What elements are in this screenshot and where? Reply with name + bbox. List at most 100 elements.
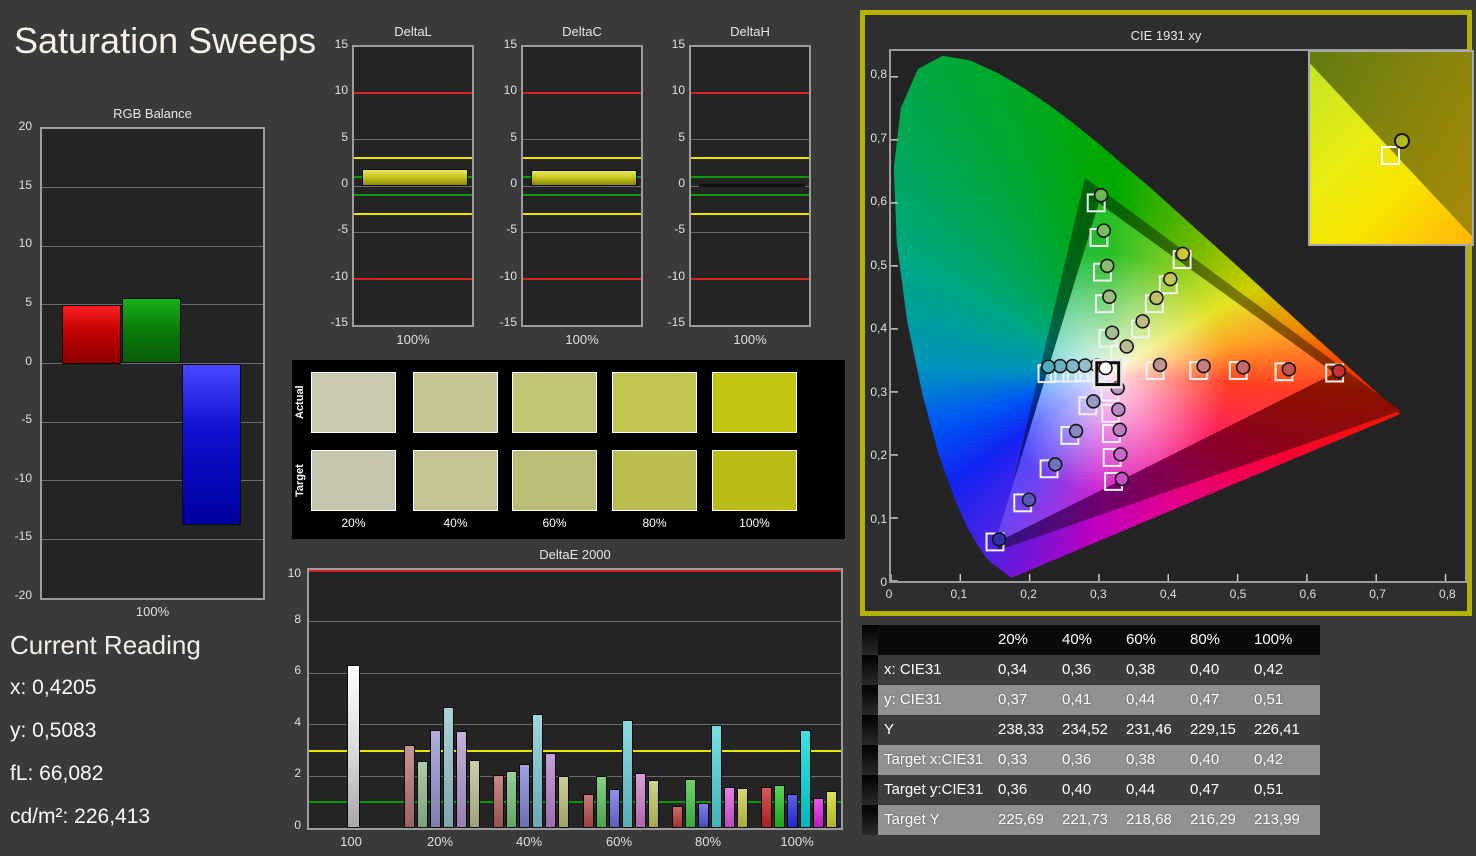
axis-tick-label: 8 bbox=[294, 611, 301, 626]
table-row-label: x: CIE31 bbox=[884, 661, 942, 678]
reference-line bbox=[691, 92, 809, 95]
deltac-x-label: 100% bbox=[565, 332, 599, 347]
cie-x-tick-label: 0,1 bbox=[950, 587, 968, 601]
rgb-balance-title: RGB Balance bbox=[113, 106, 192, 121]
axis-tick-label: 10 bbox=[334, 83, 348, 98]
axis-tick-label: -15 bbox=[330, 315, 348, 329]
reference-line bbox=[523, 277, 641, 280]
axis-tick-label: 5 bbox=[25, 294, 32, 309]
axis-tick-label: -5 bbox=[21, 412, 32, 427]
cie-actual-marker bbox=[1093, 188, 1109, 203]
table-value-cell: 0,47 bbox=[1190, 781, 1220, 798]
axis-tick-label: -20 bbox=[14, 588, 32, 602]
table-value-cell: 0,37 bbox=[998, 691, 1028, 708]
deltae-bar bbox=[456, 731, 467, 828]
gridline bbox=[42, 538, 263, 540]
deltal-chart[interactable] bbox=[352, 45, 474, 327]
axis-tick-label: 0 bbox=[294, 818, 301, 832]
reference-line bbox=[354, 194, 472, 197]
cie-actual-marker bbox=[1021, 492, 1037, 507]
reference-line bbox=[354, 157, 472, 160]
deltah-y-axis: -15 -10 -5 0 5 10 15 bbox=[657, 37, 687, 329]
table-row-label: Target Y bbox=[884, 811, 940, 828]
cie-x-axis: 0 0,1 0,2 0,3 0,4 0,5 0,6 0,7 0,8 bbox=[886, 587, 1467, 603]
deltae-bar bbox=[519, 763, 530, 828]
deltae-group-label: 100 bbox=[340, 834, 362, 849]
cie-x-tick-label: 0,8 bbox=[1439, 587, 1456, 601]
current-reading-fl: fL: 66,082 bbox=[10, 762, 104, 785]
deltae-group-label: 20% bbox=[426, 834, 454, 849]
deltal-title: DeltaL bbox=[394, 24, 432, 39]
delta-bar bbox=[531, 170, 637, 186]
gridline bbox=[354, 139, 472, 141]
table-value-cell: 0,36 bbox=[1062, 751, 1092, 768]
current-reading-cdm2: cd/m²: 226,413 bbox=[10, 805, 151, 828]
table-value-cell: 231,46 bbox=[1126, 721, 1172, 738]
cie-actual-marker bbox=[1331, 363, 1347, 379]
cie-x-tick-label: 0,4 bbox=[1159, 587, 1177, 601]
deltae-bar bbox=[737, 788, 748, 828]
table-value-cell: 0,42 bbox=[1254, 661, 1284, 678]
axis-tick-label: 15 bbox=[503, 37, 517, 51]
deltae-bar bbox=[787, 794, 798, 828]
reference-line bbox=[309, 749, 841, 752]
table-row: Target y:CIE31 0,36 0,40 0,44 0,47 0,51 bbox=[862, 775, 1320, 805]
swatch-target-60% bbox=[512, 450, 597, 511]
swatch-actual-100% bbox=[712, 372, 797, 433]
deltah-x-label: 100% bbox=[733, 332, 767, 347]
rgb-balance-chart[interactable] bbox=[40, 127, 265, 600]
cie-1931-panel[interactable]: CIE 1931 xy 0 0,1 0,2 0,3 0,4 0,5 0,6 0,7 0,8 0 0… bbox=[860, 10, 1474, 616]
cie-actual-marker bbox=[1065, 358, 1080, 374]
deltae-x-axis: 100 20% 40% 60% 80% 100% bbox=[307, 834, 843, 850]
rgb-bar-green bbox=[122, 297, 181, 364]
deltae-bar bbox=[724, 786, 735, 828]
table-header-cell: 80% bbox=[1190, 631, 1221, 648]
cie-actual-marker bbox=[1175, 246, 1191, 262]
deltae-bar bbox=[698, 803, 709, 828]
table-row: y: CIE31 0,37 0,41 0,44 0,47 0,51 bbox=[862, 685, 1320, 715]
cie-actual-marker bbox=[1100, 258, 1115, 274]
table-value-cell: 218,68 bbox=[1126, 811, 1172, 828]
deltac-title: DeltaC bbox=[562, 24, 602, 39]
cie-actual-marker bbox=[1098, 360, 1113, 376]
table-value-cell: 0,44 bbox=[1126, 691, 1156, 708]
swatch-actual-20% bbox=[311, 372, 396, 433]
axis-tick-label: 5 bbox=[510, 129, 517, 144]
swatch-target-40% bbox=[413, 450, 498, 511]
deltac-chart[interactable] bbox=[521, 45, 643, 327]
swatch-comparison-panel[interactable]: Actual Target 20% 40% 60% 80% 100% bbox=[292, 360, 845, 539]
deltae-y-axis: 0 2 4 6 8 10 bbox=[275, 566, 303, 832]
deltae-group-label: 60% bbox=[605, 834, 633, 849]
table-value-cell: 216,29 bbox=[1190, 811, 1236, 828]
deltae-title: DeltaE 2000 bbox=[539, 547, 611, 562]
deltae-bar bbox=[443, 706, 454, 828]
measurement-table[interactable]: 20% 40% 60% 80% 100% x: CIE31 0,34 0,36 0,38 0,40… bbox=[862, 625, 1320, 835]
swatch-row-label: Actual bbox=[294, 385, 306, 420]
table-gutter-cell bbox=[862, 685, 878, 715]
reference-line bbox=[523, 212, 641, 215]
reference-line bbox=[523, 92, 641, 95]
rgb-balance-x-label: 100% bbox=[135, 604, 170, 619]
cie-actual-marker bbox=[1068, 423, 1084, 439]
deltal-x-label: 100% bbox=[396, 332, 430, 347]
reference-line bbox=[691, 175, 809, 178]
swatch-target-20% bbox=[311, 450, 396, 511]
swatch-col-label: 100% bbox=[739, 516, 770, 530]
deltae-chart[interactable] bbox=[307, 568, 843, 830]
deltae-bar bbox=[800, 729, 811, 828]
deltah-chart[interactable] bbox=[689, 45, 811, 327]
table-value-cell: 0,40 bbox=[1190, 661, 1220, 678]
table-value-cell: 0,36 bbox=[998, 781, 1028, 798]
table-row: Target x:CIE31 0,33 0,36 0,38 0,40 0,42 bbox=[862, 745, 1320, 775]
cie-actual-marker bbox=[991, 532, 1007, 547]
table-value-cell: 234,52 bbox=[1062, 721, 1108, 738]
axis-tick-label: -15 bbox=[667, 315, 685, 329]
deltae-bar bbox=[558, 776, 569, 828]
table-header-label bbox=[878, 625, 990, 655]
swatch-col-label: 20% bbox=[341, 516, 366, 530]
deltae-bar bbox=[609, 789, 620, 828]
table-value-cell: 0,36 bbox=[1062, 661, 1092, 678]
reference-line bbox=[354, 92, 472, 95]
table-header-row: 20% 40% 60% 80% 100% bbox=[862, 625, 1320, 655]
deltae-bar bbox=[346, 665, 360, 828]
